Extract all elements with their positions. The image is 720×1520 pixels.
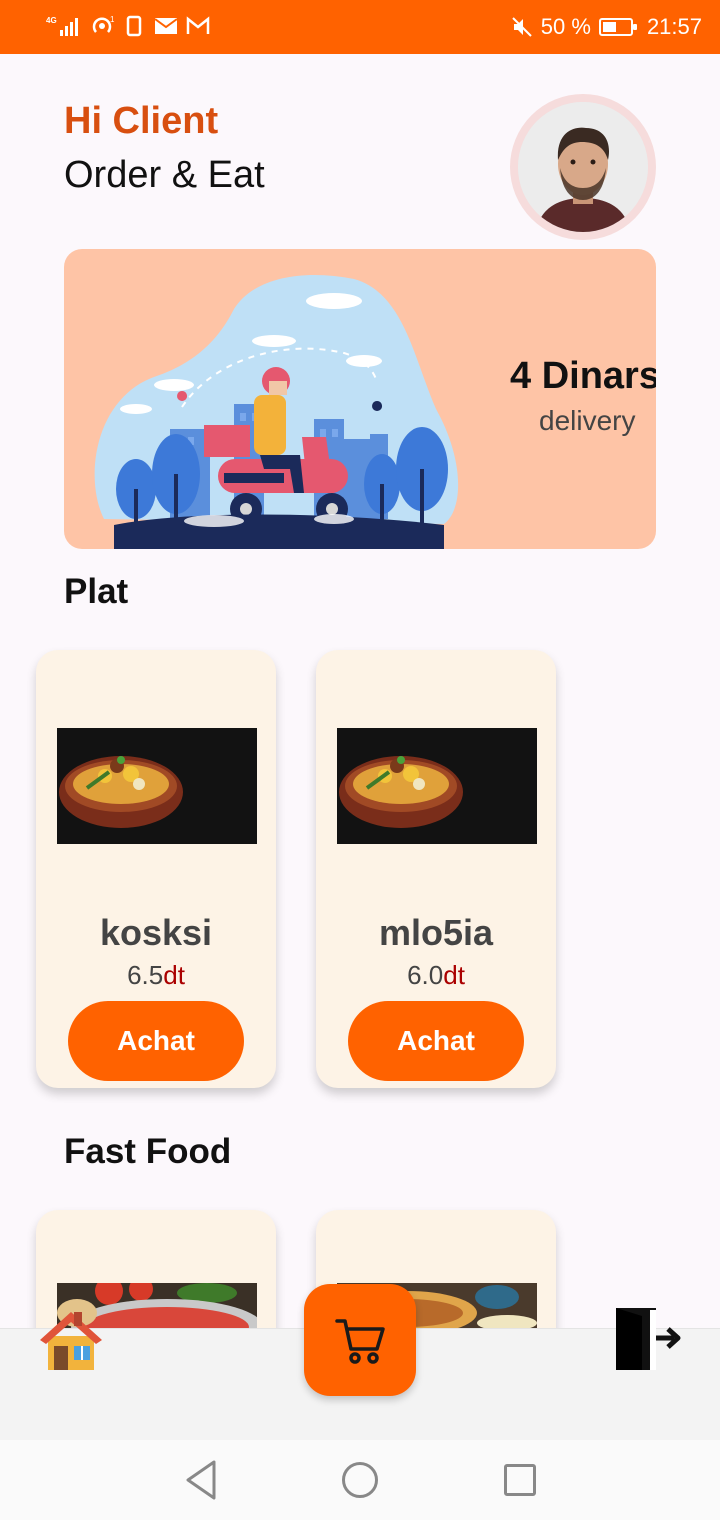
- product-card-mlo5ia[interactable]: mlo5ia 6.0dt Achat: [316, 650, 556, 1088]
- svg-text:1: 1: [110, 15, 115, 24]
- clock: 21:57: [646, 14, 702, 39]
- delivery-banner[interactable]: 4 Dinars delivery: [64, 249, 656, 549]
- section-title-plat: Plat: [64, 572, 129, 611]
- tagline: Order & Eat: [64, 154, 265, 196]
- gmail-icon: [186, 16, 210, 34]
- status-icons-right: 50 % 21:57: [511, 14, 702, 40]
- buy-button[interactable]: Achat: [348, 1001, 524, 1081]
- notification-icon: [126, 15, 142, 37]
- svg-text:4G: 4G: [46, 16, 57, 25]
- section-title-fast-food: Fast Food: [64, 1132, 232, 1171]
- product-price: 6.5dt: [36, 960, 276, 991]
- cart-button[interactable]: [304, 1284, 416, 1396]
- delivery-price: 4 Dinars: [510, 355, 656, 397]
- product-price: 6.0dt: [316, 960, 556, 991]
- mute-icon: [512, 17, 532, 37]
- status-icons-left: 4G 1: [46, 14, 210, 38]
- price-value: 6.5: [127, 960, 164, 990]
- home-button[interactable]: [38, 1306, 104, 1372]
- avatar-photo: [518, 102, 648, 232]
- greeting: Hi Client: [64, 100, 219, 142]
- signal-icon: 4G: [46, 16, 78, 36]
- avatar[interactable]: [510, 94, 656, 240]
- battery-icon: [598, 18, 637, 36]
- back-icon[interactable]: [182, 1458, 222, 1502]
- delivery-label: delivery: [539, 405, 636, 436]
- cart-icon: [335, 1319, 385, 1364]
- product-name: mlo5ia: [378, 912, 494, 953]
- home-nav-icon[interactable]: [342, 1462, 378, 1498]
- delivery-scooter-illustration: [94, 274, 459, 549]
- price-value: 6.0: [407, 960, 444, 990]
- battery-percent: 50 %: [540, 14, 591, 39]
- mail-icon: [154, 18, 178, 34]
- home-icon: [40, 1312, 102, 1370]
- dish-photo: [337, 728, 537, 844]
- product-card-kosksi[interactable]: kosksi 6.5dt Achat: [36, 650, 276, 1088]
- battery-fill: [602, 22, 616, 32]
- recents-icon[interactable]: [504, 1464, 536, 1496]
- logout-icon: [616, 1308, 681, 1370]
- logout-button[interactable]: [612, 1304, 682, 1374]
- android-navigation-bar: [0, 1440, 720, 1520]
- price-currency: dt: [163, 960, 185, 990]
- product-name: kosksi: [99, 912, 213, 953]
- status-bar: 4G 1 50 % 21:57: [0, 0, 720, 54]
- buy-button[interactable]: Achat: [68, 1001, 244, 1081]
- dish-photo: [57, 728, 257, 844]
- hotspot-icon: 1: [92, 15, 115, 33]
- price-currency: dt: [443, 960, 465, 990]
